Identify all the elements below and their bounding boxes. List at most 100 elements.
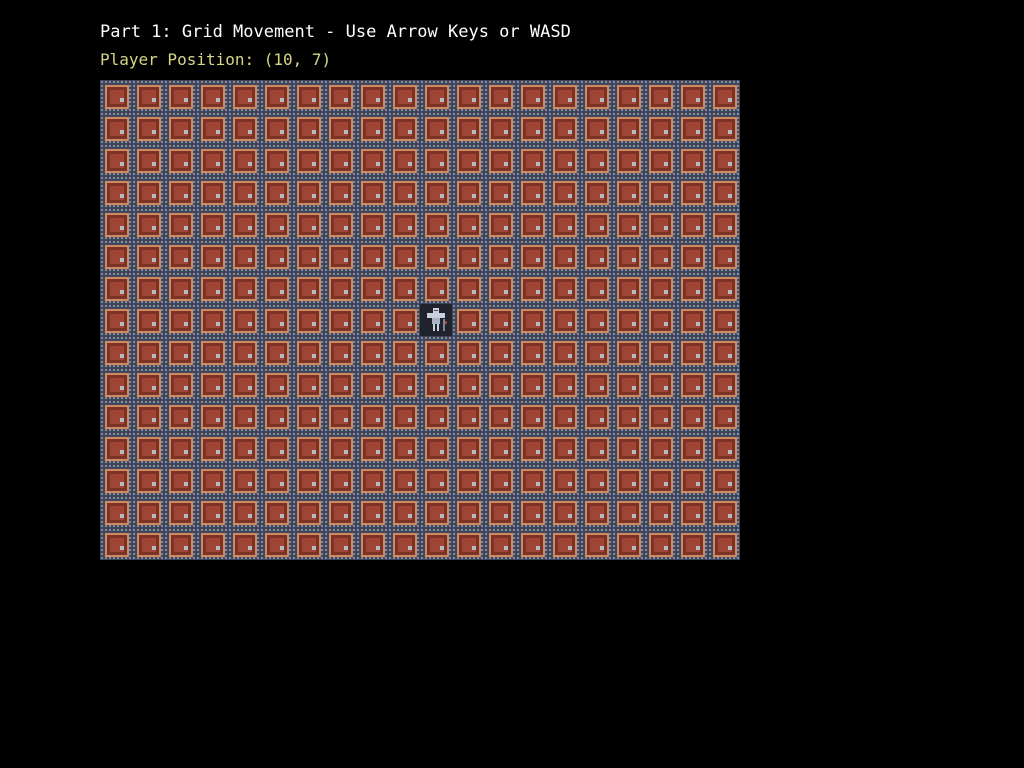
grid-tile [644,432,676,464]
grid-tile [580,272,612,304]
grid-tile [548,112,580,144]
grid-tile [292,240,324,272]
grid-tile [388,368,420,400]
grid-tile [228,144,260,176]
grid-tile [548,368,580,400]
grid-tile [420,336,452,368]
grid-tile [260,528,292,560]
grid-tile [324,400,356,432]
grid-tile [580,144,612,176]
grid-tile [388,400,420,432]
grid-tile [708,304,740,336]
grid-tile [164,304,196,336]
grid-tile [324,336,356,368]
grid-tile [292,208,324,240]
grid-tile [612,336,644,368]
grid-tile [484,112,516,144]
grid-tile [388,272,420,304]
grid-tile [324,432,356,464]
grid-tile [676,368,708,400]
grid-tile [676,304,708,336]
grid-tile [324,528,356,560]
grid-tile [484,304,516,336]
grid-tile [324,208,356,240]
grid-tile [132,144,164,176]
grid-tile [452,144,484,176]
grid-tile [324,272,356,304]
grid-tile [324,112,356,144]
grid-tile [420,496,452,528]
grid-tile [292,368,324,400]
grid-tile [228,528,260,560]
grid-tile [612,112,644,144]
grid-tile [708,80,740,112]
grid-tile [548,176,580,208]
player-position-readout: Player Position: (10, 7) [100,50,332,69]
grid-tile [260,112,292,144]
grid-tile [580,368,612,400]
grid-tile [548,336,580,368]
grid-tile [100,432,132,464]
grid-tile [388,304,420,336]
grid-tile [708,112,740,144]
grid-tile [484,400,516,432]
grid-tile [132,240,164,272]
grid-tile [484,80,516,112]
grid-tile [708,272,740,304]
grid-tile [132,112,164,144]
grid-tile [132,304,164,336]
grid-tile [516,336,548,368]
game-grid[interactable] [100,80,740,560]
grid-tile [100,272,132,304]
grid-tile [548,240,580,272]
grid-tile [196,464,228,496]
grid-tile [484,144,516,176]
grid-tile [164,144,196,176]
grid-tile [644,304,676,336]
grid-tile [676,432,708,464]
grid-tile [388,240,420,272]
grid-tile [196,80,228,112]
grid-tile [612,368,644,400]
grid-tile [644,144,676,176]
grid-tile [676,528,708,560]
grid-tile [100,304,132,336]
grid-tile [228,496,260,528]
grid-tile [516,240,548,272]
grid-tile [676,80,708,112]
grid-tile [164,368,196,400]
grid-tile [356,144,388,176]
grid-tile [324,80,356,112]
grid-tile [324,240,356,272]
grid-tile [100,528,132,560]
grid-tile [356,464,388,496]
grid-tile [292,400,324,432]
grid-tile [132,176,164,208]
grid-tile [612,208,644,240]
grid-tile [644,240,676,272]
grid-tile [356,112,388,144]
grid-tile [196,272,228,304]
grid-tile [260,80,292,112]
grid-tile [516,112,548,144]
grid-tile [164,208,196,240]
grid-tile [676,400,708,432]
grid-tile [196,432,228,464]
grid-tile [196,144,228,176]
grid-tile [132,400,164,432]
grid-tile [164,112,196,144]
grid-tile [228,176,260,208]
grid-tile [260,464,292,496]
grid-tile [228,304,260,336]
grid-tile [452,400,484,432]
grid-tile [548,432,580,464]
grid-tile [164,464,196,496]
grid-tile [292,112,324,144]
grid-tile [292,528,324,560]
grid-tile [548,496,580,528]
grid-tile [388,528,420,560]
grid-tile [292,176,324,208]
grid-tile [228,240,260,272]
grid-tile [260,368,292,400]
grid-tile [164,240,196,272]
